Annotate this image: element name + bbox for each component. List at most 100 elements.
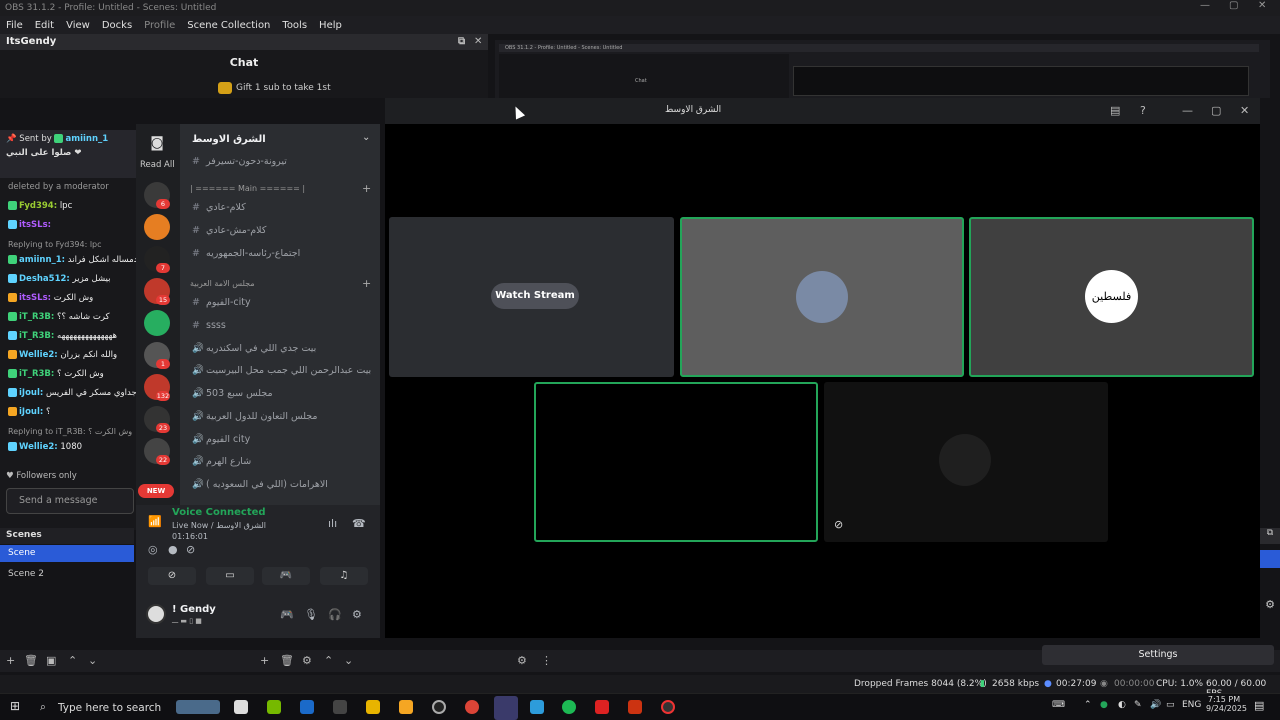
- disconnect-icon[interactable]: ☎: [352, 517, 366, 530]
- source-down-icon[interactable]: ⌄: [344, 654, 353, 667]
- steam-icon[interactable]: [300, 700, 314, 714]
- chat-message[interactable]: iJoul: ياجدي جداوي مسكر في الفريس: [0, 384, 140, 403]
- network-icon[interactable]: ▭: [1166, 700, 1175, 710]
- app-icon[interactable]: [595, 700, 609, 714]
- add-channel-icon[interactable]: +: [362, 182, 371, 195]
- game-icon[interactable]: 🎮: [280, 608, 294, 621]
- widget-icon[interactable]: [176, 700, 220, 714]
- activity-icon[interactable]: ◎: [148, 543, 158, 556]
- menu-item-docks[interactable]: Docks: [102, 20, 132, 31]
- read-all-label[interactable]: Read All: [140, 160, 175, 170]
- chat-reply-context[interactable]: Replying to iT_R3B: وش الكرت ؟: [0, 422, 140, 438]
- chat-username[interactable]: iT_R3B:: [19, 331, 54, 341]
- user-name[interactable]: ! Gendy: [172, 604, 216, 615]
- remove-scene-icon[interactable]: 🗑: [24, 654, 38, 667]
- participant-tile[interactable]: [534, 382, 818, 542]
- add-scene-icon[interactable]: +: [6, 654, 15, 667]
- chat-username[interactable]: iJoul:: [19, 388, 43, 398]
- chat-username[interactable]: Fyd394:: [19, 201, 57, 211]
- pinned-user[interactable]: amiinn_1: [65, 134, 108, 144]
- chat-message[interactable]: itsSLs: وش الكرت: [0, 289, 140, 308]
- settings-button[interactable]: Settings: [1042, 645, 1274, 665]
- chat-message[interactable]: amiinn_1: دمساله اشكل فراند: [0, 251, 140, 270]
- chat-send-input[interactable]: Send a message: [6, 488, 134, 514]
- chrome-icon[interactable]: [465, 700, 479, 714]
- text-channel[interactable]: # تيرونة-دحون-تسيرفر: [192, 156, 287, 167]
- notification-icon[interactable]: ▤: [1254, 699, 1264, 712]
- audio-settings-icon[interactable]: ⚙: [517, 654, 527, 667]
- remove-source-icon[interactable]: 🗑: [280, 654, 294, 667]
- chat-message[interactable]: iT_R3B: كرت شاشه ؟؟: [0, 308, 140, 327]
- scene-item[interactable]: Scene: [0, 545, 134, 562]
- add-channel-icon[interactable]: +: [362, 277, 371, 290]
- menu-item-help[interactable]: Help: [319, 20, 342, 31]
- menu-item-view[interactable]: View: [66, 20, 90, 31]
- tray-icon[interactable]: ●: [1100, 700, 1108, 710]
- clock[interactable]: 7:15 PM 9/24/2025: [1206, 695, 1247, 713]
- source-up-icon[interactable]: ⌃: [324, 654, 333, 667]
- text-channel[interactable]: # الفيوم-city: [192, 297, 251, 308]
- task-view-icon[interactable]: [234, 700, 248, 714]
- chat-username[interactable]: itsSLs:: [19, 220, 51, 230]
- app-icon[interactable]: [628, 700, 642, 714]
- keyboard-icon[interactable]: ⌨: [1052, 700, 1065, 710]
- close-icon[interactable]: ✕: [1258, 0, 1266, 11]
- chat-message[interactable]: iJoul: ؟: [0, 403, 140, 422]
- language-indicator[interactable]: ENG: [1182, 700, 1201, 710]
- voice-channel[interactable]: 🔊 شارع الهرم: [192, 456, 251, 467]
- maximize-icon[interactable]: ▢: [1229, 0, 1238, 11]
- taskbar-search[interactable]: ⌕ Type here to search: [32, 696, 170, 720]
- app-icon[interactable]: [530, 700, 544, 714]
- chat-username[interactable]: Wellie2:: [19, 350, 58, 360]
- chat-username[interactable]: iJoul:: [19, 407, 43, 417]
- audio-menu-icon[interactable]: ⋮: [541, 654, 552, 667]
- voice-channel[interactable]: 🔊 الفيوم city: [192, 434, 250, 445]
- windows-start-icon[interactable]: ⊞: [10, 699, 20, 713]
- soundboard-button[interactable]: ♫: [320, 567, 368, 585]
- text-channel[interactable]: # كلام-مش-عادي: [192, 225, 266, 236]
- status-icon[interactable]: ●: [168, 543, 178, 556]
- text-channel[interactable]: # ssss: [192, 320, 226, 331]
- menu-item-edit[interactable]: Edit: [35, 20, 54, 31]
- voice-channel[interactable]: 🔊 مجلس سبع 503: [192, 388, 273, 399]
- chat-message[interactable]: itsSLs:: [0, 216, 140, 235]
- chat-message[interactable]: Desha512: بيشل مزير: [0, 270, 140, 289]
- screen-share-button[interactable]: ▭: [206, 567, 254, 585]
- folder-icon[interactable]: [366, 700, 380, 714]
- chat-message[interactable]: Wellie2: 1080: [0, 438, 140, 457]
- chat-username[interactable]: Desha512:: [19, 274, 70, 284]
- menu-item-tools[interactable]: Tools: [282, 20, 307, 31]
- scene-item[interactable]: Scene 2: [0, 566, 134, 583]
- chat-username[interactable]: amiinn_1:: [19, 255, 65, 265]
- gear-icon[interactable]: ⚙: [352, 608, 362, 621]
- source-settings-icon[interactable]: ⚙: [302, 654, 312, 667]
- app-icon[interactable]: [399, 700, 413, 714]
- inbox-icon[interactable]: ▤: [1110, 104, 1120, 117]
- move-down-icon[interactable]: ⌄: [88, 654, 97, 667]
- channel-category[interactable]: مجلس الامة العربية: [190, 279, 255, 288]
- pen-icon[interactable]: ✎: [1134, 700, 1142, 710]
- control-selected[interactable]: [1260, 550, 1280, 568]
- nvidia-icon[interactable]: [267, 700, 281, 714]
- chat-username[interactable]: iT_R3B:: [19, 369, 54, 379]
- chat-message-list[interactable]: 📌 Sent by amiinn_1 صلوا على النبي ❤ dele…: [0, 130, 140, 530]
- discord-close-icon[interactable]: ✕: [1240, 104, 1249, 117]
- obs-icon[interactable]: [432, 700, 446, 714]
- chat-message[interactable]: Fyd394: lpc: [0, 197, 140, 216]
- chat-message[interactable]: deleted by a moderator: [0, 178, 140, 197]
- minimize-icon[interactable]: —: [1200, 0, 1210, 11]
- chat-reply-context[interactable]: Replying to Fyd394: lpc: [0, 235, 140, 251]
- channel-category[interactable]: | ====== Main ====== |: [190, 184, 305, 193]
- discord-home-icon[interactable]: ◙: [144, 130, 170, 156]
- avatar[interactable]: [146, 604, 166, 624]
- gift-banner[interactable]: Gift 1 sub to take 1st: [0, 76, 488, 98]
- help-icon[interactable]: ?: [1140, 104, 1146, 117]
- chat-message[interactable]: iT_R3B: ههههههههههههههه: [0, 327, 140, 346]
- chat-username[interactable]: Wellie2:: [19, 442, 58, 452]
- watch-stream-button[interactable]: Watch Stream: [491, 283, 579, 309]
- headphones-icon[interactable]: 🎧: [328, 608, 342, 621]
- server-icon[interactable]: [144, 214, 170, 240]
- discord-minimize-icon[interactable]: —: [1182, 104, 1193, 117]
- activities-button[interactable]: 🎮: [262, 567, 310, 585]
- chevron-down-icon[interactable]: ⌄: [362, 132, 370, 143]
